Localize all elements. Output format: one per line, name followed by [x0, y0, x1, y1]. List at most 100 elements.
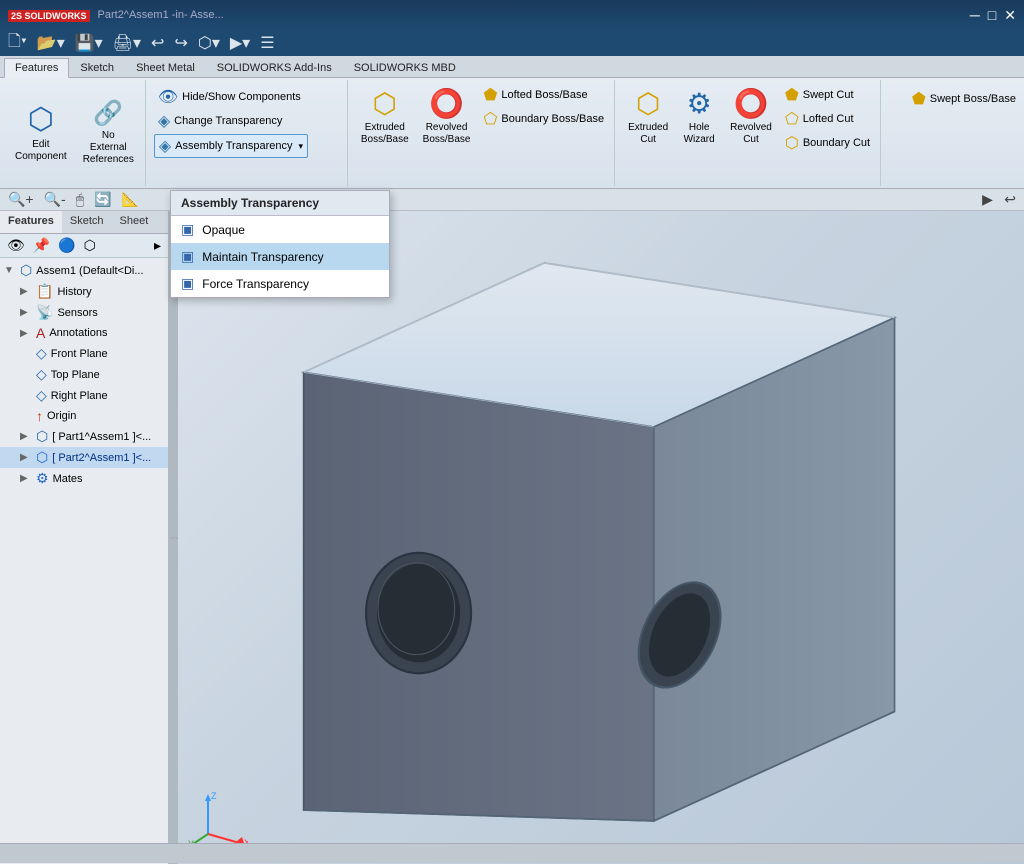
- assembly-transparency-label: Assembly Transparency: [175, 140, 292, 152]
- top-plane-label: Top Plane: [51, 369, 100, 381]
- annotations-label: Annotations: [49, 327, 107, 339]
- root-icon: ⬡: [20, 262, 32, 279]
- assembly-transparency-btn[interactable]: ◈ Assembly Transparency ▾: [154, 134, 308, 158]
- edit-component-icon: ⬡: [28, 102, 54, 137]
- qa-new-btn[interactable]: 🗋▾: [4, 28, 31, 59]
- extruded-boss-btn[interactable]: ⬡ ExtrudedBoss/Base: [356, 84, 414, 149]
- sw-logo: 2S SOLIDWORKS: [8, 8, 90, 22]
- hide-show-components-btn[interactable]: 👁 Hide/Show Components: [154, 86, 308, 108]
- extruded-boss-label: ExtrudedBoss/Base: [361, 122, 409, 146]
- qa-print-btn[interactable]: 🖨▾: [109, 31, 145, 55]
- tab-mbd[interactable]: SOLIDWORKS MBD: [343, 58, 467, 77]
- no-external-btn[interactable]: 🔗 NoExternalReferences: [78, 96, 139, 169]
- hole-wizard-btn[interactable]: ⚙ HoleWizard: [677, 84, 721, 149]
- panel-tab-features[interactable]: Features: [0, 211, 62, 233]
- qa-redo-btn[interactable]: ↪: [170, 31, 191, 55]
- view-rotate-btn[interactable]: 🔍+: [4, 190, 38, 209]
- qa-save-btn[interactable]: 💾▾: [71, 31, 107, 55]
- features-boss-group: ⬡ ExtrudedBoss/Base ⭕ RevolvedBoss/Base …: [350, 80, 615, 186]
- assembly-transparency-icon: ◈: [159, 136, 171, 156]
- history-label: History: [57, 286, 91, 298]
- maximize-btn[interactable]: □: [988, 7, 996, 24]
- titlebar: 2S SOLIDWORKS Part2^Assem1 -in- Asse... …: [0, 0, 1024, 30]
- options-btn[interactable]: ↩: [1000, 190, 1020, 208]
- tree-root[interactable]: ▼ ⬡ Assem1 (Default<Di...: [0, 260, 168, 281]
- tree-right-plane[interactable]: ◇ Right Plane: [0, 385, 168, 406]
- extruded-cut-btn[interactable]: ⬡ ExtrudedCut: [623, 84, 673, 149]
- lofted-boss-icon: ⬟: [483, 85, 497, 105]
- edit-component-btn[interactable]: ⬡ EditComponent: [10, 99, 72, 166]
- tree-top-plane[interactable]: ◇ Top Plane: [0, 364, 168, 385]
- tree-part1[interactable]: ▶ ⬡ [ Part1^Assem1 ]<...: [0, 426, 168, 447]
- ribbon-content: ⬡ EditComponent 🔗 NoExternalReferences 👁…: [0, 78, 1024, 188]
- main-area: Features Sketch Sheet 👁 📌 🔵 ⬡ ▸ ▼ ⬡ Asse…: [0, 211, 1024, 864]
- pt-hex-btn[interactable]: ⬡: [81, 236, 99, 255]
- lofted-boss-btn[interactable]: ⬟ Lofted Boss/Base: [479, 84, 608, 106]
- lofted-cut-btn[interactable]: ⬠ Lofted Cut: [781, 108, 874, 130]
- swept-cut-btn[interactable]: ⬟ Swept Cut: [781, 84, 874, 106]
- qa-undo-btn[interactable]: ↩: [147, 31, 168, 55]
- pt-pin-btn[interactable]: 📌: [30, 236, 53, 255]
- boundary-cut-btn[interactable]: ⬡ Boundary Cut: [781, 132, 874, 154]
- close-btn[interactable]: ✕: [1004, 7, 1016, 24]
- viewport[interactable]: Z X Y: [178, 211, 1024, 864]
- change-transparency-btn[interactable]: ◈ Change Transparency: [154, 110, 308, 132]
- force-icon: ▣: [181, 275, 194, 292]
- tree-part2[interactable]: ▶ ⬡ [ Part2^Assem1 ]<...: [0, 447, 168, 468]
- tab-sheet-metal[interactable]: Sheet Metal: [125, 58, 206, 77]
- transparency-dropdown: Assembly Transparency ▣ Opaque ▣ Maintai…: [170, 190, 390, 298]
- qa-select-btn[interactable]: ⬡▾: [194, 31, 224, 55]
- opaque-icon: ▣: [181, 221, 194, 238]
- qa-open-btn[interactable]: 📂▾: [33, 31, 69, 55]
- 3d-model: [238, 241, 1004, 864]
- toolbar2: 🔍+ 🔍- 🖱 🔄 📐 ▶ ↩: [0, 189, 1024, 211]
- tab-features[interactable]: Features: [4, 58, 69, 78]
- dropdown-force[interactable]: ▣ Force Transparency: [171, 270, 389, 297]
- panel-tab-sheet[interactable]: Sheet: [112, 211, 157, 233]
- tab-sketch[interactable]: Sketch: [69, 58, 125, 77]
- part1-arrow: ▶: [20, 431, 32, 442]
- view-rotate2-btn[interactable]: 🔄: [90, 190, 115, 209]
- dropdown-maintain[interactable]: ▣ Maintain Transparency: [171, 243, 389, 270]
- tree-history[interactable]: ▶ 📋 History: [0, 281, 168, 302]
- panel-tab-sketch[interactable]: Sketch: [62, 211, 112, 233]
- view3d-btn[interactable]: ▶: [978, 190, 997, 208]
- sensors-icon: 📡: [36, 304, 53, 321]
- minimize-btn[interactable]: ─: [970, 7, 980, 24]
- panel-toolbar: 👁 📌 🔵 ⬡ ▸: [0, 234, 168, 258]
- pt-eye-btn[interactable]: 👁: [4, 236, 28, 255]
- dropdown-opaque[interactable]: ▣ Opaque: [171, 216, 389, 243]
- swept-boss-btn[interactable]: ⬟ Swept Boss/Base: [908, 88, 1020, 110]
- qa-options-btn[interactable]: ▶▾: [226, 31, 254, 55]
- pt-circle-btn[interactable]: 🔵: [55, 236, 78, 255]
- revolved-cut-btn[interactable]: ⭕ RevolvedCut: [725, 84, 777, 149]
- edit-component-label: EditComponent: [15, 139, 67, 163]
- annotations-arrow: ▶: [20, 328, 32, 339]
- tree-sensors[interactable]: ▶ 📡 Sensors: [0, 302, 168, 323]
- tree-mates[interactable]: ▶ ⚙ Mates: [0, 468, 168, 489]
- tree-origin[interactable]: ↑ Origin: [0, 406, 168, 426]
- hole-wizard-icon: ⚙: [687, 87, 712, 120]
- left-panel: Features Sketch Sheet 👁 📌 🔵 ⬡ ▸ ▼ ⬡ Asse…: [0, 211, 170, 864]
- boundary-boss-btn[interactable]: ⬠ Boundary Boss/Base: [479, 108, 608, 130]
- titlebar-title: Part2^Assem1 -in- Asse...: [98, 9, 224, 21]
- tree-annotations[interactable]: ▶ A Annotations: [0, 323, 168, 343]
- revolved-boss-btn[interactable]: ⭕ RevolvedBoss/Base: [418, 84, 476, 149]
- view-fit-btn[interactable]: 📐: [118, 190, 143, 209]
- mates-arrow: ▶: [20, 473, 32, 484]
- features-cut-group: ⬡ ExtrudedCut ⚙ HoleWizard ⭕ RevolvedCut…: [617, 80, 881, 186]
- front-plane-icon: ◇: [36, 345, 47, 362]
- view-zoom-btn[interactable]: 🔍-: [40, 190, 70, 209]
- hide-show-label: Hide/Show Components: [182, 91, 301, 103]
- tab-addins[interactable]: SOLIDWORKS Add-Ins: [206, 58, 343, 77]
- tree-front-plane[interactable]: ◇ Front Plane: [0, 343, 168, 364]
- origin-label: Origin: [47, 410, 76, 422]
- swept-cut-label: Swept Cut: [803, 89, 854, 101]
- qa-menu-btn[interactable]: ☰: [256, 31, 278, 55]
- revolved-boss-label: RevolvedBoss/Base: [423, 122, 471, 146]
- history-arrow: ▶: [20, 286, 32, 297]
- view-pan-btn[interactable]: 🖱: [72, 190, 88, 209]
- pt-expand-btn[interactable]: ▸: [151, 236, 164, 255]
- resize-handle[interactable]: ⋮: [170, 211, 178, 864]
- history-icon: 📋: [36, 283, 53, 300]
